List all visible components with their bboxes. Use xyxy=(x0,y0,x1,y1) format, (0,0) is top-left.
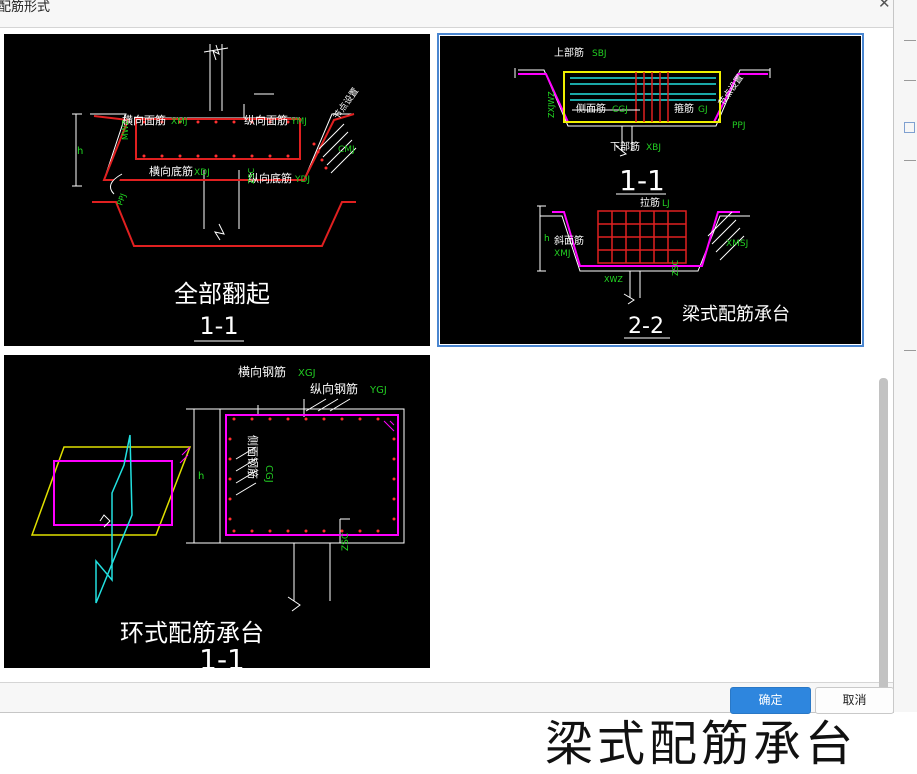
beam-type-diagram: 上部筋 SBJ 侧面筋 CGJ 箍筋 GJ 下部筋 XBJ PPJ 节点设置 Z… xyxy=(514,46,790,339)
label-ce-code: CGJ xyxy=(263,465,274,483)
option-name-beam-type: 梁式配筋承台 xyxy=(682,304,790,325)
label-ce: 侧面钢筋 xyxy=(246,435,260,479)
label-xia: 下部筋 xyxy=(610,140,640,153)
label-ppj: PPJ xyxy=(115,192,128,206)
label-zong-di-code: YDJ xyxy=(294,175,310,185)
label-xie-code: XMJ xyxy=(554,249,571,259)
label-xmsj: XMSJ xyxy=(726,239,748,249)
label-xwz: XWZ xyxy=(604,275,623,284)
panel-box-icon xyxy=(904,122,915,133)
scrollbar-thumb[interactable] xyxy=(879,378,888,693)
panel-tick xyxy=(904,350,916,351)
label-xia-code: XBJ xyxy=(646,143,661,153)
label-heng-mian-code: XMJ xyxy=(171,117,188,127)
dialog-title: 配筋形式 xyxy=(0,0,51,15)
panel-tick xyxy=(904,40,916,41)
label-cmj: CMJ xyxy=(338,145,355,155)
label-ce: 侧面筋 xyxy=(576,102,606,115)
label-h: h xyxy=(198,471,204,482)
label-h: h xyxy=(544,234,550,244)
label-ce-code: CGJ xyxy=(612,105,628,115)
option-gallery: 横向面筋 XMJ 纵向面筋 YMJ 横向底筋 XDJ 纵向底筋 YDJ CMJ … xyxy=(0,27,893,693)
option-tile-ring-type[interactable]: 横向钢筋 XGJ 纵向钢筋 YGJ 侧面钢筋 CGJ h ZSC 环式配筋承台 … xyxy=(4,355,430,668)
section-label: 1-1 xyxy=(199,643,245,668)
panel-tick xyxy=(904,160,916,161)
label-zong: 纵向钢筋 xyxy=(310,381,358,396)
label-h: h xyxy=(77,146,83,157)
label-heng: 横向钢筋 xyxy=(238,364,286,379)
option-tile-beam-type[interactable]: 上部筋 SBJ 侧面筋 CGJ 箍筋 GJ 下部筋 XBJ PPJ 节点设置 Z… xyxy=(437,33,864,347)
panel-tick xyxy=(904,80,916,81)
label-shang-code: SBJ xyxy=(592,49,607,59)
section-label: 1-1 xyxy=(199,312,238,340)
background-window-text: 梁式配筋承台 xyxy=(545,716,858,772)
label-heng-di-code: XDJ xyxy=(194,168,210,178)
label-xie: 斜面筋 xyxy=(554,234,584,247)
label-zsc: ZSC xyxy=(671,259,680,276)
label-gu-code: GJ xyxy=(698,105,708,115)
gallery-scrollbar[interactable] xyxy=(879,60,888,696)
label-gu: 箍筋 xyxy=(674,102,694,115)
option-tile-full-flip[interactable]: 横向面筋 XMJ 纵向面筋 YMJ 横向底筋 XDJ 纵向底筋 YDJ CMJ … xyxy=(4,34,430,346)
label-heng-code: XGJ xyxy=(298,368,316,379)
option-name-full-flip: 全部翻起 xyxy=(174,280,270,308)
background-side-panel xyxy=(893,0,917,712)
label-zsc: ZSC xyxy=(247,167,256,184)
label-zsc: ZSC xyxy=(341,533,351,551)
label-la-code: LJ xyxy=(662,199,670,209)
label-la: 拉筋 xyxy=(640,196,660,209)
label-heng-di: 横向底筋 xyxy=(149,164,193,178)
label-zyjwz: ZXJWZ xyxy=(547,91,556,118)
label-zong-mian: 纵向面筋 xyxy=(244,113,288,127)
ok-button[interactable]: 确定 xyxy=(730,687,811,714)
label-mwz: MWZ xyxy=(121,119,130,140)
close-icon[interactable]: ✕ xyxy=(878,0,891,12)
label-zong-code: YGJ xyxy=(369,385,387,396)
section-label-a: 1-1 xyxy=(619,164,665,197)
label-shang: 上部筋 xyxy=(554,46,584,59)
label-ppj: PPJ xyxy=(732,121,746,131)
ring-type-diagram: 横向钢筋 XGJ 纵向钢筋 YGJ 侧面钢筋 CGJ h ZSC 环式配筋承台 … xyxy=(30,364,405,668)
label-zong-mian-code: YMJ xyxy=(290,117,307,127)
rebar-form-dialog: 配筋形式 ✕ 横向面筋 XMJ 纵向面筋 YMJ 横向底筋 XDJ 纵向底筋 Y… xyxy=(0,0,894,714)
section-label-b: 2-2 xyxy=(628,314,664,339)
cancel-button[interactable]: 取消 xyxy=(815,687,894,714)
dialog-titlebar: 配筋形式 ✕ xyxy=(0,0,893,20)
full-flip-diagram: 横向面筋 XMJ 纵向面筋 YMJ 横向底筋 XDJ 纵向底筋 YDJ CMJ … xyxy=(72,44,361,342)
